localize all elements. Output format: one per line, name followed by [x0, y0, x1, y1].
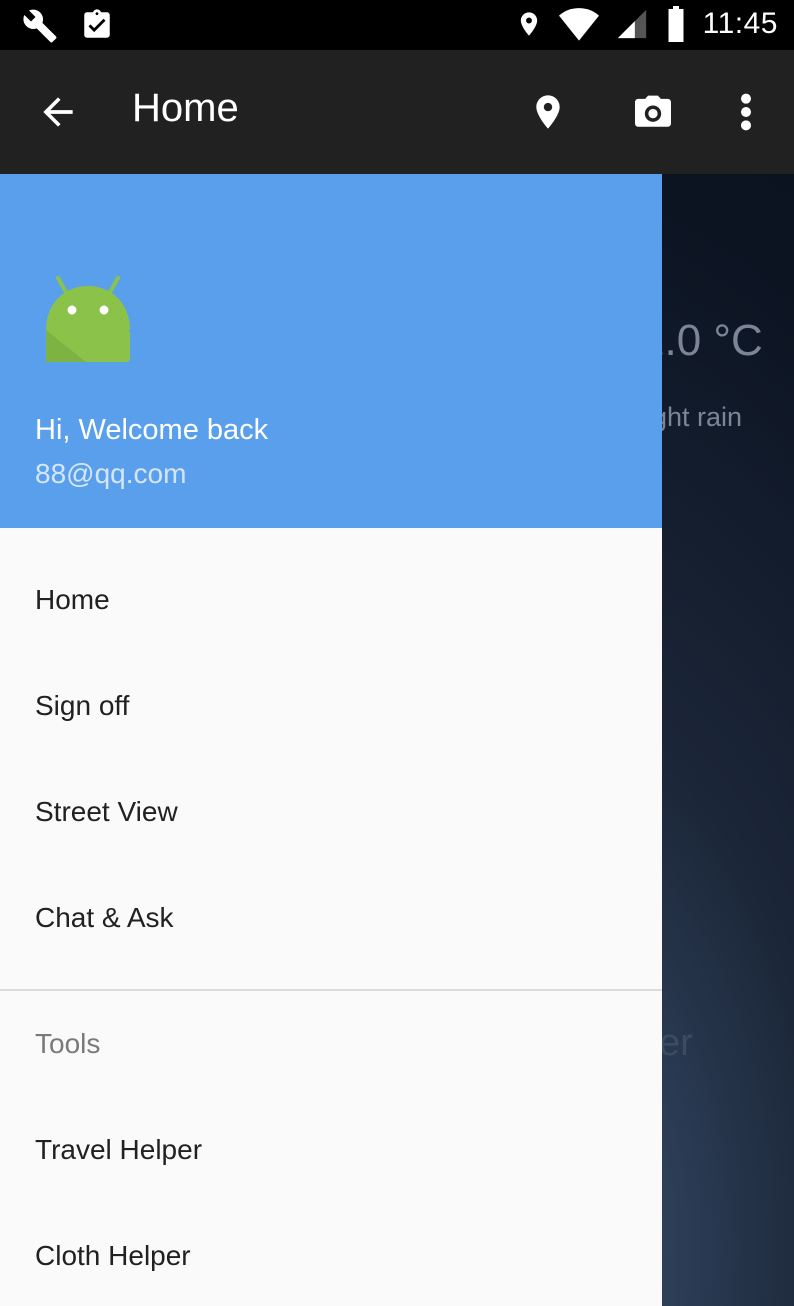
- drawer-item-street-view[interactable]: Street View: [35, 796, 178, 828]
- app-toolbar: Home: [0, 50, 794, 174]
- clipboard-check-icon: [80, 8, 114, 44]
- wrench-icon: [22, 8, 58, 44]
- signal-icon: [615, 7, 649, 41]
- location-pin-icon[interactable]: [528, 90, 568, 139]
- android-icon[interactable]: [42, 274, 134, 375]
- greeting-text: Hi, Welcome back: [35, 414, 269, 446]
- status-bar: 11:45: [0, 0, 794, 50]
- drawer-item-travel-helper[interactable]: Travel Helper: [35, 1134, 202, 1166]
- drawer-item-sign-off[interactable]: Sign off: [35, 690, 129, 722]
- drawer-header: Hi, Welcome back 88@qq.com: [0, 174, 662, 528]
- drawer-item-home[interactable]: Home: [35, 584, 110, 616]
- camera-icon[interactable]: [633, 94, 673, 135]
- drawer-item-chat-ask[interactable]: Chat & Ask: [35, 902, 174, 934]
- back-arrow-icon[interactable]: [36, 90, 80, 139]
- drawer-divider: [0, 989, 662, 991]
- navigation-drawer: Hi, Welcome back 88@qq.com Home Sign off…: [0, 174, 662, 1306]
- page-title: Home: [132, 86, 239, 130]
- wifi-icon: [558, 7, 599, 41]
- tools-section-label: Tools: [35, 1028, 101, 1059]
- location-icon: [515, 7, 543, 41]
- more-vert-icon[interactable]: [734, 92, 758, 137]
- battery-icon: [665, 6, 687, 42]
- user-email: 88@qq.com: [35, 458, 187, 489]
- status-time: 11:45: [702, 7, 778, 40]
- drawer-item-cloth-helper[interactable]: Cloth Helper: [35, 1240, 191, 1272]
